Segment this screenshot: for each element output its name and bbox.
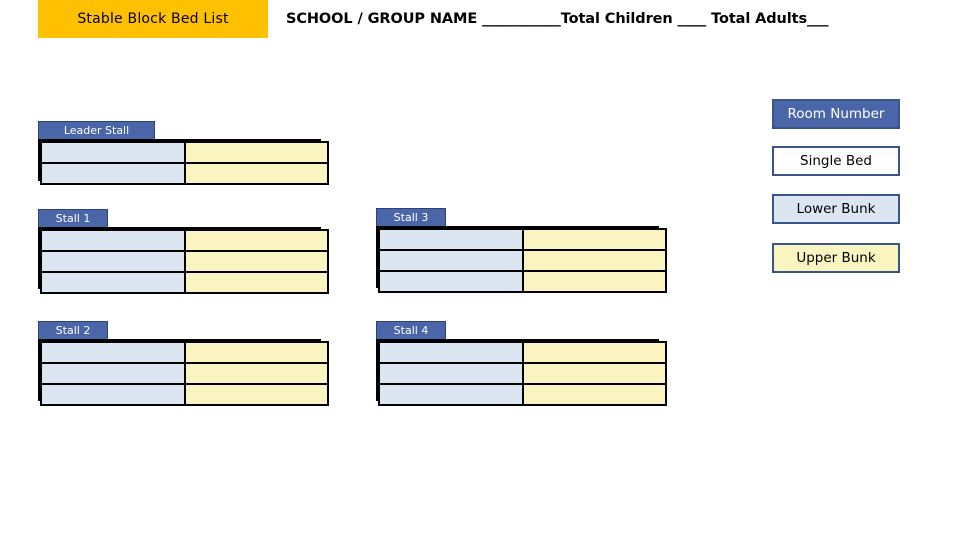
- cell-upper-bunk[interactable]: [522, 228, 667, 251]
- table-row: [40, 341, 329, 364]
- table-row: [40, 250, 329, 273]
- table-row: [40, 162, 329, 185]
- table-row: [40, 229, 329, 252]
- cell-upper-bunk[interactable]: [522, 249, 667, 272]
- stall-label-stall-4: Stall 4: [376, 321, 446, 340]
- cell-upper-bunk[interactable]: [522, 383, 667, 406]
- cell-lower-bunk[interactable]: [40, 229, 186, 252]
- legend-label-lower-bunk: Lower Bunk: [796, 201, 876, 217]
- legend-item-room-number: Room Number: [772, 99, 900, 129]
- legend-item-upper-bunk: Upper Bunk: [772, 243, 900, 273]
- cell-lower-bunk[interactable]: [378, 228, 524, 251]
- table-row: [40, 271, 329, 294]
- slide-canvas: Stable Block Bed List SCHOOL / GROUP NAM…: [0, 0, 960, 540]
- cell-upper-bunk[interactable]: [184, 341, 329, 364]
- cell-upper-bunk[interactable]: [184, 250, 329, 273]
- legend-label-single-bed: Single Bed: [800, 153, 872, 169]
- table-row: [378, 249, 667, 272]
- cell-lower-bunk[interactable]: [378, 341, 524, 364]
- cell-upper-bunk[interactable]: [184, 141, 329, 164]
- cell-lower-bunk[interactable]: [378, 270, 524, 293]
- stall-table-stall-3: [376, 226, 667, 293]
- table-row: [378, 383, 667, 406]
- cell-lower-bunk[interactable]: [40, 162, 186, 185]
- cell-lower-bunk[interactable]: [40, 362, 186, 385]
- cell-upper-bunk[interactable]: [184, 271, 329, 294]
- table-row: [40, 362, 329, 385]
- table-row: [378, 270, 667, 293]
- cell-lower-bunk[interactable]: [378, 362, 524, 385]
- table-row: [378, 341, 667, 364]
- table-row: [40, 383, 329, 406]
- legend-label-upper-bunk: Upper Bunk: [796, 250, 876, 266]
- cell-upper-bunk[interactable]: [184, 383, 329, 406]
- title-banner-label: Stable Block Bed List: [77, 11, 229, 27]
- stall-table-stall-2: [38, 339, 329, 406]
- stall-label-stall-2: Stall 2: [38, 321, 108, 340]
- cell-lower-bunk[interactable]: [378, 249, 524, 272]
- stall-table-stall-1: [38, 227, 329, 294]
- cell-lower-bunk[interactable]: [378, 383, 524, 406]
- cell-upper-bunk[interactable]: [522, 362, 667, 385]
- cell-lower-bunk[interactable]: [40, 271, 186, 294]
- header-school-group-line: SCHOOL / GROUP NAME ___________Total Chi…: [286, 11, 829, 27]
- title-banner: Stable Block Bed List: [38, 0, 268, 38]
- cell-upper-bunk[interactable]: [184, 229, 329, 252]
- cell-upper-bunk[interactable]: [184, 162, 329, 185]
- table-row: [40, 141, 329, 164]
- table-row: [378, 228, 667, 251]
- stall-table-stall-4: [376, 339, 667, 406]
- cell-lower-bunk[interactable]: [40, 250, 186, 273]
- cell-upper-bunk[interactable]: [184, 362, 329, 385]
- cell-lower-bunk[interactable]: [40, 141, 186, 164]
- table-row: [378, 362, 667, 385]
- cell-upper-bunk[interactable]: [522, 341, 667, 364]
- stall-label-leader-stall: Leader Stall: [38, 121, 155, 140]
- stall-label-stall-3: Stall 3: [376, 208, 446, 227]
- legend-label-room-number: Room Number: [787, 106, 885, 122]
- stall-label-stall-1: Stall 1: [38, 209, 108, 228]
- stall-table-leader-stall: [38, 139, 329, 185]
- legend-item-single-bed: Single Bed: [772, 146, 900, 176]
- cell-upper-bunk[interactable]: [522, 270, 667, 293]
- cell-lower-bunk[interactable]: [40, 383, 186, 406]
- cell-lower-bunk[interactable]: [40, 341, 186, 364]
- legend-item-lower-bunk: Lower Bunk: [772, 194, 900, 224]
